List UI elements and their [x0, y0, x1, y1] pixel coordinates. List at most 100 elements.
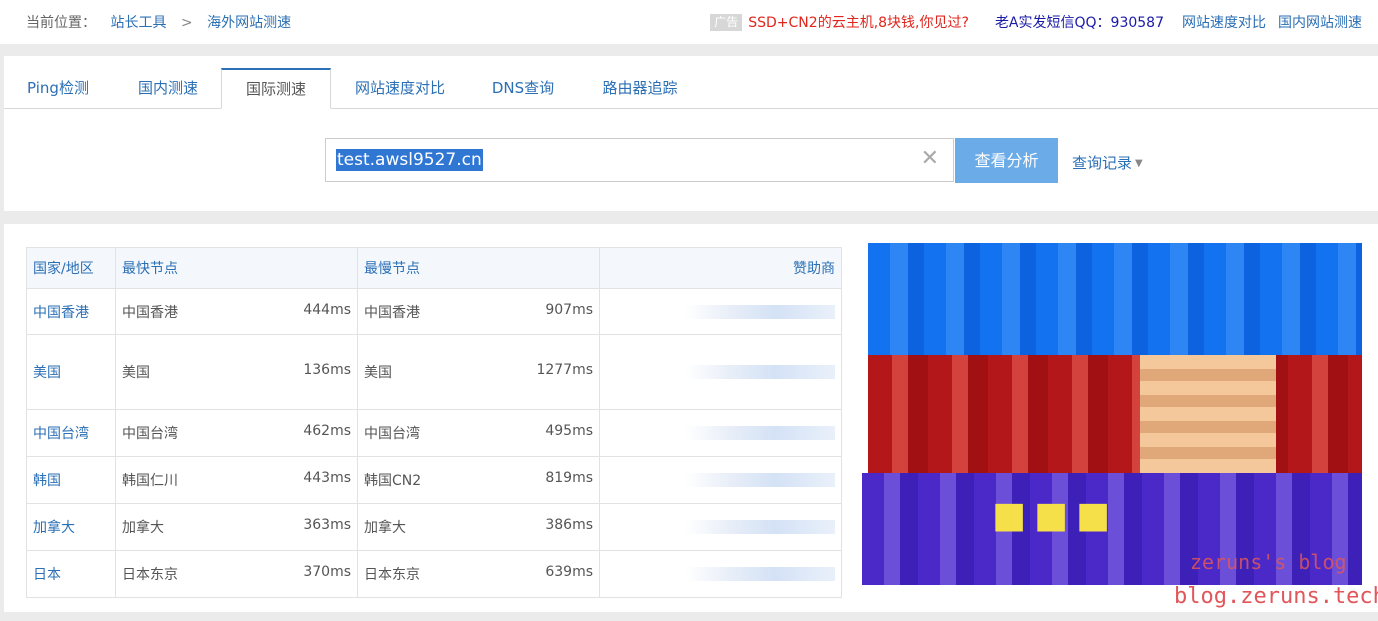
- watermark-url: blog.zeruns.tech: [1174, 584, 1378, 609]
- sponsor-cell[interactable]: [599, 503, 842, 551]
- slowest-cell: 中国台湾 495ms: [357, 409, 600, 457]
- tool-panel: Ping检测 国内测速 国际测速 网站速度对比 DNS查询 路由器追踪 test…: [4, 56, 1378, 211]
- table-row: 加拿大 加拿大 363ms 加拿大 386ms: [26, 503, 842, 551]
- ad-banner-image[interactable]: ■■■: [862, 243, 1362, 585]
- table-row: 美国 美国 136ms 美国 1277ms: [26, 334, 842, 410]
- banner-blue-block: [868, 243, 1362, 355]
- table-row: 中国台湾 中国台湾 462ms 中国台湾 495ms: [26, 409, 842, 457]
- tab-bar: Ping检测 国内测速 国际测速 网站速度对比 DNS查询 路由器追踪: [4, 68, 1378, 109]
- slow-node: 中国台湾: [364, 426, 420, 442]
- header-country: 国家/地区: [26, 247, 116, 289]
- slowest-cell: 日本东京 639ms: [357, 550, 600, 598]
- history-label: 查询记录: [1072, 154, 1133, 172]
- sponsor-cell[interactable]: [599, 456, 842, 504]
- slow-ms: 819ms: [545, 470, 593, 486]
- country-cell[interactable]: 美国: [26, 334, 116, 410]
- blurred-sponsor: [685, 473, 835, 487]
- country-cell[interactable]: 中国香港: [26, 288, 116, 335]
- fast-ms: 443ms: [303, 470, 351, 486]
- top-links: 广告 SSD+CN2的云主机,8块钱,你见过? 老A实发短信QQ：930587 网站速…: [710, 12, 1362, 32]
- country-cell[interactable]: 日本: [26, 550, 116, 598]
- tab-dns[interactable]: DNS查询: [478, 68, 568, 108]
- table-row: 韩国 韩国仁川 443ms 韩国CN2 819ms: [26, 456, 842, 504]
- slow-node: 韩国CN2: [364, 473, 422, 489]
- fastest-cell: 中国台湾 462ms: [115, 409, 358, 457]
- fast-node: 中国台湾: [122, 426, 178, 442]
- sponsor-cell[interactable]: [599, 409, 842, 457]
- banner-portrait: [1140, 355, 1276, 473]
- header-sponsor: 赞助商: [599, 247, 842, 289]
- fast-node: 美国: [122, 365, 150, 381]
- tab-international[interactable]: 国际测速: [221, 68, 331, 109]
- breadcrumb-link-tools[interactable]: 站长工具: [110, 15, 166, 31]
- ad-tag: 广告: [710, 14, 743, 31]
- slowest-cell: 美国 1277ms: [357, 334, 600, 410]
- watermark-title: zeruns's blog: [1190, 550, 1347, 574]
- breadcrumb-prefix: 当前位置：: [26, 15, 96, 31]
- history-dropdown[interactable]: 查询记录 ▼: [1072, 152, 1143, 173]
- slowest-cell: 中国香港 907ms: [357, 288, 600, 335]
- table-header-row: 国家/地区 最快节点 最慢节点 赞助商: [26, 247, 842, 289]
- slow-ms: 907ms: [545, 301, 593, 318]
- qq-contact: 老A实发短信QQ：930587: [994, 15, 1164, 31]
- search-input[interactable]: test.awsl9527.cn ✕: [325, 138, 954, 182]
- slow-ms: 495ms: [545, 423, 593, 439]
- tab-domestic[interactable]: 国内测速: [126, 68, 210, 108]
- slow-node: 日本东京: [364, 567, 420, 583]
- banner-red-block: [868, 355, 1362, 473]
- blurred-sponsor: [685, 426, 835, 440]
- search-value[interactable]: test.awsl9527.cn: [336, 149, 483, 171]
- slowest-cell: 韩国CN2 819ms: [357, 456, 600, 504]
- breadcrumb-separator: >: [180, 15, 193, 31]
- tab-speed-compare[interactable]: 网站速度对比: [340, 68, 460, 108]
- fastest-cell: 日本东京 370ms: [115, 550, 358, 598]
- analyze-button[interactable]: 查看分析: [955, 138, 1058, 183]
- country-cell[interactable]: 加拿大: [26, 503, 116, 551]
- sponsor-cell[interactable]: [599, 288, 842, 335]
- fast-ms: 136ms: [303, 362, 351, 378]
- speed-compare-link[interactable]: 网站速度对比: [1182, 15, 1266, 31]
- slow-ms: 639ms: [545, 564, 593, 580]
- banner-pixelated-text: ■■■: [992, 495, 1119, 536]
- breadcrumb-link-current[interactable]: 海外网站测速: [207, 15, 291, 31]
- fastest-cell: 加拿大 363ms: [115, 503, 358, 551]
- fast-node: 韩国仁川: [122, 473, 178, 489]
- top-bar: 当前位置： 站长工具 > 海外网站测速 广告 SSD+CN2的云主机,8块钱,你见…: [0, 0, 1378, 44]
- tab-ping[interactable]: Ping检测: [16, 68, 100, 108]
- fast-ms: 444ms: [303, 301, 351, 318]
- ad-link[interactable]: SSD+CN2的云主机,8块钱,你见过?: [748, 15, 969, 31]
- caret-down-icon: ▼: [1135, 158, 1143, 169]
- fast-node: 日本东京: [122, 567, 178, 583]
- blurred-sponsor: [685, 304, 835, 319]
- fastest-cell: 美国 136ms: [115, 334, 358, 410]
- blurred-sponsor: [685, 567, 835, 581]
- breadcrumb: 当前位置： 站长工具 > 海外网站测速: [26, 12, 291, 32]
- slow-ms: 1277ms: [536, 362, 593, 378]
- tab-traceroute[interactable]: 路由器追踪: [588, 68, 692, 108]
- fast-node: 加拿大: [122, 520, 164, 536]
- fast-ms: 462ms: [303, 423, 351, 439]
- sponsor-cell[interactable]: [599, 550, 842, 598]
- slow-node: 中国香港: [364, 304, 420, 321]
- domestic-speed-link[interactable]: 国内网站测速: [1278, 15, 1362, 31]
- fastest-cell: 中国香港 444ms: [115, 288, 358, 335]
- results-table: 国家/地区 最快节点 最慢节点 赞助商 中国香港 中国香港 444ms 中国香港 9…: [26, 247, 842, 598]
- header-fastest: 最快节点: [115, 247, 358, 289]
- sponsor-cell[interactable]: [599, 334, 842, 410]
- fast-ms: 370ms: [303, 564, 351, 580]
- fast-ms: 363ms: [303, 517, 351, 533]
- slowest-cell: 加拿大 386ms: [357, 503, 600, 551]
- clear-icon[interactable]: ✕: [921, 148, 939, 170]
- slow-node: 加拿大: [364, 520, 406, 536]
- country-cell[interactable]: 韩国: [26, 456, 116, 504]
- country-cell[interactable]: 中国台湾: [26, 409, 116, 457]
- blurred-sponsor: [685, 365, 835, 379]
- fast-node: 中国香港: [122, 304, 178, 321]
- blurred-sponsor: [685, 520, 835, 534]
- table-row: 日本 日本东京 370ms 日本东京 639ms: [26, 550, 842, 598]
- header-slowest: 最慢节点: [357, 247, 600, 289]
- fastest-cell: 韩国仁川 443ms: [115, 456, 358, 504]
- slow-node: 美国: [364, 365, 392, 381]
- slow-ms: 386ms: [545, 517, 593, 533]
- table-row: 中国香港 中国香港 444ms 中国香港 907ms: [26, 288, 842, 335]
